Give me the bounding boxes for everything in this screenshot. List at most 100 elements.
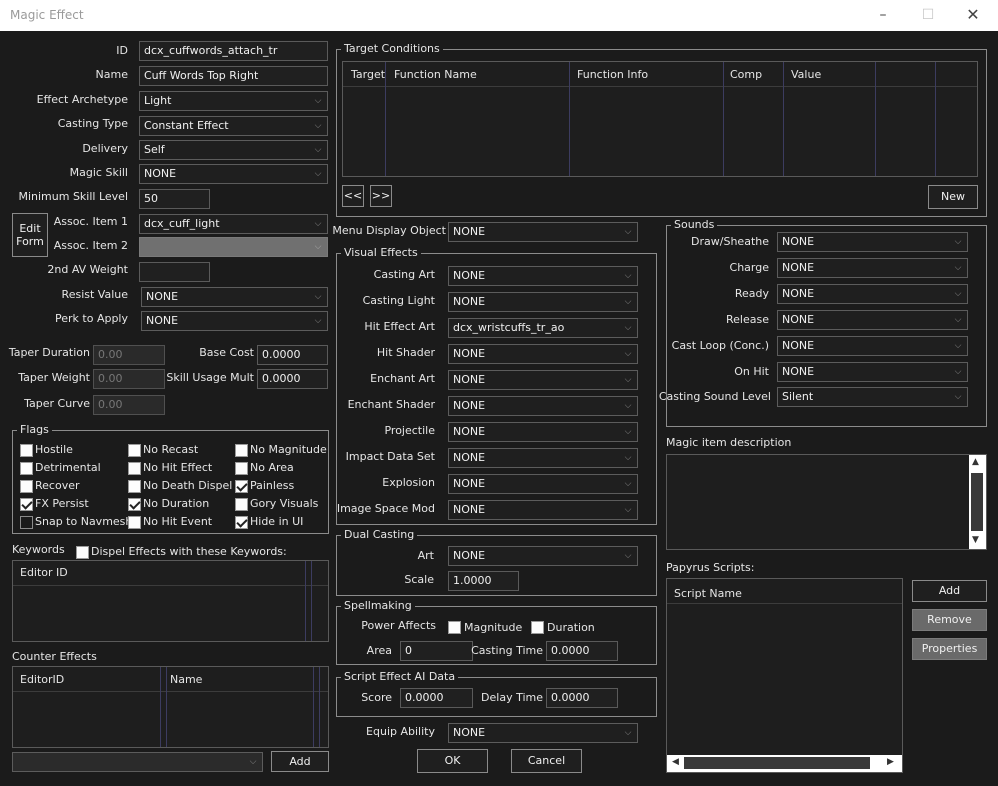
flag-checkbox[interactable] [235, 480, 248, 493]
base-cost-field[interactable]: 0.0000 [257, 345, 328, 365]
sounds-group: Sounds Draw/Sheathe NONE ⌵ Charge NONE ⌵ Ready… [659, 218, 987, 427]
visual-effect-select[interactable]: NONE ⌵ [448, 266, 638, 286]
resist-select[interactable]: NONE ⌵ [141, 287, 328, 307]
scroll-thumb[interactable] [971, 473, 983, 531]
visual-effect-select[interactable]: NONE ⌵ [448, 500, 638, 520]
archetype-select[interactable]: Light ⌵ [139, 91, 328, 111]
cancel-button[interactable]: Cancel [511, 749, 582, 773]
description-textarea[interactable]: ▲ ▼ [666, 454, 987, 550]
flag-checkbox[interactable] [20, 462, 33, 475]
visual-effect-label: Explosion [382, 476, 435, 489]
scroll-up-icon[interactable]: ▲ [972, 457, 979, 467]
sound-select[interactable]: NONE ⌵ [777, 232, 968, 252]
ok-button[interactable]: OK [417, 749, 488, 773]
assoc2-select[interactable]: ⌵ [139, 237, 328, 257]
flag-checkbox[interactable] [128, 444, 141, 457]
casting-type-select[interactable]: Constant Effect ⌵ [139, 116, 328, 136]
keywords-col-divider [305, 561, 306, 641]
papyrus-properties-button[interactable]: Properties [912, 638, 987, 660]
dual-scale-field[interactable]: 1.0000 [448, 571, 519, 591]
visual-effect-value: NONE [453, 269, 486, 282]
skill-mult-field[interactable]: 0.0000 [257, 369, 328, 389]
flag-checkbox[interactable] [235, 516, 248, 529]
description-scrollbar[interactable]: ▲ ▼ [969, 455, 986, 549]
scroll-right-icon[interactable]: ▶ [887, 757, 894, 767]
taper-curve-field[interactable]: 0.00 [93, 395, 165, 415]
delivery-select[interactable]: Self ⌵ [139, 140, 328, 160]
scroll-left-icon[interactable]: ◀ [672, 757, 679, 767]
casting-sound-level-select[interactable]: Silent ⌵ [777, 387, 968, 407]
duration-checkbox[interactable] [531, 621, 544, 634]
sound-select[interactable]: NONE ⌵ [777, 362, 968, 382]
av2-field[interactable] [139, 262, 210, 282]
visual-effect-select[interactable]: NONE ⌵ [448, 396, 638, 416]
flag-checkbox[interactable] [20, 498, 33, 511]
casting-time-field[interactable]: 0.0000 [546, 641, 618, 661]
minimize-icon[interactable]: – [871, 4, 895, 26]
name-field[interactable]: Cuff Words Top Right [139, 66, 328, 86]
close-icon[interactable]: ✕ [961, 4, 985, 26]
magnitude-checkbox[interactable] [448, 621, 461, 634]
hscroll-thumb[interactable] [684, 757, 870, 769]
chevron-down-icon: ⌵ [624, 227, 632, 237]
visual-effect-select[interactable]: dcx_wristcuffs_tr_ao ⌵ [448, 318, 638, 338]
keywords-table[interactable]: Editor ID [12, 560, 329, 642]
flag-checkbox[interactable] [235, 444, 248, 457]
visual-effect-select[interactable]: NONE ⌵ [448, 422, 638, 442]
delay-time-field[interactable]: 0.0000 [546, 688, 618, 708]
maximize-icon: ☐ [921, 7, 935, 23]
flag-checkbox[interactable] [128, 498, 141, 511]
flag-checkbox[interactable] [20, 480, 33, 493]
papyrus-add-button[interactable]: Add [912, 580, 987, 602]
taper-duration-field[interactable]: 0.00 [93, 345, 165, 365]
counter-effects-combo[interactable]: ⌵ [12, 752, 263, 772]
area-field[interactable]: 0 [400, 641, 473, 661]
chevron-down-icon: ⌵ [314, 316, 322, 326]
chevron-down-icon: ⌵ [954, 367, 962, 377]
papyrus-scripts-table[interactable]: Script Name ◀ ▶ [666, 578, 903, 773]
flag-checkbox[interactable] [235, 462, 248, 475]
base-cost-label: Base Cost [199, 346, 254, 359]
score-field[interactable]: 0.0000 [400, 688, 473, 708]
visual-effect-select[interactable]: NONE ⌵ [448, 292, 638, 312]
scroll-down-icon[interactable]: ▼ [972, 535, 979, 545]
flag-checkbox[interactable] [235, 498, 248, 511]
casting-type-label: Casting Type [57, 117, 128, 130]
sound-select[interactable]: NONE ⌵ [777, 258, 968, 278]
edit-form-button[interactable]: Edit Form [12, 213, 48, 257]
target-next-button[interactable]: >> [370, 185, 392, 207]
flag-checkbox[interactable] [20, 444, 33, 457]
papyrus-remove-button[interactable]: Remove [912, 609, 987, 631]
target-prev-button[interactable]: << [342, 185, 364, 207]
target-conditions-table[interactable]: Target Function Name Function Info Comp … [342, 61, 978, 177]
visual-effect-select[interactable]: NONE ⌵ [448, 448, 638, 468]
sound-select[interactable]: NONE ⌵ [777, 336, 968, 356]
counter-add-button[interactable]: Add [271, 751, 329, 772]
visual-effect-select[interactable]: NONE ⌵ [448, 474, 638, 494]
flag-checkbox[interactable] [128, 462, 141, 475]
dual-art-select[interactable]: NONE ⌵ [448, 546, 638, 566]
assoc1-select[interactable]: dcx_cuff_light ⌵ [139, 214, 328, 234]
flag-checkbox[interactable] [20, 516, 33, 529]
dispel-keywords-checkbox[interactable] [76, 546, 89, 559]
taper-weight-field[interactable]: 0.00 [93, 369, 165, 389]
min-skill-field[interactable]: 50 [139, 189, 210, 209]
flag-checkbox[interactable] [128, 516, 141, 529]
target-new-button[interactable]: New [928, 185, 978, 209]
visual-effects-group: Visual Effects Casting Art NONE ⌵ Casting L… [336, 246, 657, 525]
sound-select[interactable]: NONE ⌵ [777, 284, 968, 304]
menu-display-select[interactable]: NONE ⌵ [448, 222, 638, 242]
visual-effect-select[interactable]: NONE ⌵ [448, 370, 638, 390]
visual-effect-select[interactable]: NONE ⌵ [448, 344, 638, 364]
sound-select[interactable]: NONE ⌵ [777, 310, 968, 330]
counter-effects-table[interactable]: EditorID Name [12, 666, 329, 748]
sound-value: NONE [782, 235, 815, 248]
magic-skill-select[interactable]: NONE ⌵ [139, 164, 328, 184]
perk-select[interactable]: NONE ⌵ [141, 311, 328, 331]
visual-effect-value: NONE [453, 295, 486, 308]
equip-ability-select[interactable]: NONE ⌵ [448, 723, 638, 743]
papyrus-hscrollbar[interactable]: ◀ ▶ [667, 755, 902, 772]
flag-checkbox[interactable] [128, 480, 141, 493]
id-field[interactable]: dcx_cuffwords_attach_tr [139, 41, 328, 61]
keywords-label: Keywords [12, 543, 65, 556]
